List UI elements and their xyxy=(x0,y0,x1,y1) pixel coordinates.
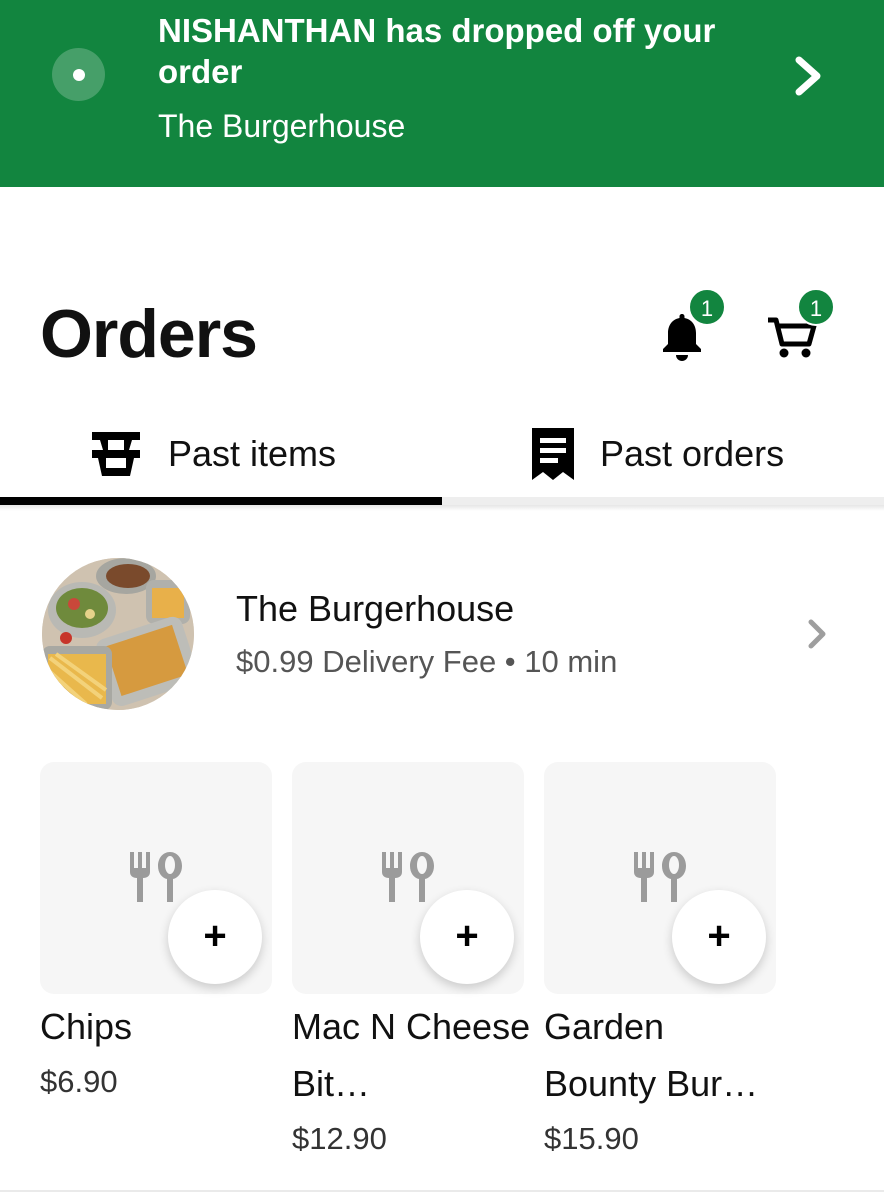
past-item-card[interactable]: + Chips $6.90 xyxy=(40,762,272,1107)
item-price: $15.90 xyxy=(544,1121,639,1156)
basket-icon xyxy=(92,432,140,476)
past-item-card[interactable]: + Garden Bounty Bur… $15.90 xyxy=(544,762,776,1164)
tab-shadow xyxy=(0,505,884,511)
add-to-cart-button[interactable]: + xyxy=(672,890,766,984)
item-image-placeholder: + xyxy=(40,762,272,994)
banner-title: NISHANTHAN has dropped off your order xyxy=(158,12,716,90)
notifications-count-badge: 1 xyxy=(688,288,726,326)
tab-label: Past items xyxy=(168,433,337,474)
store-delivery-info: $0.99 Delivery Fee • 10 min xyxy=(236,644,618,679)
tab-past-items[interactable]: Past items xyxy=(88,410,336,498)
banner-subtitle: The Burgerhouse xyxy=(158,108,406,144)
tab-label: Past orders xyxy=(600,433,785,474)
status-dot-icon xyxy=(52,48,105,101)
store-photo xyxy=(42,558,194,710)
item-price: $12.90 xyxy=(292,1121,387,1156)
item-name: Mac N Cheese Bit… xyxy=(292,1006,531,1104)
utensils-icon xyxy=(634,852,686,902)
utensils-icon xyxy=(130,852,182,902)
chevron-right-icon[interactable] xyxy=(806,618,828,650)
chevron-right-icon[interactable] xyxy=(790,54,826,98)
item-name: Garden Bounty Bur… xyxy=(544,1006,759,1104)
page-title: Orders xyxy=(40,296,258,372)
cart-count-badge: 1 xyxy=(797,288,835,326)
utensils-icon xyxy=(382,852,434,902)
store-row[interactable]: The Burgerhouse $0.99 Delivery Fee • 10 … xyxy=(0,548,884,718)
add-to-cart-button[interactable]: + xyxy=(168,890,262,984)
item-image-placeholder: + xyxy=(292,762,524,994)
delivery-status-banner[interactable]: NISHANTHAN has dropped off your order Th… xyxy=(0,0,884,187)
store-name: The Burgerhouse xyxy=(236,588,515,629)
add-to-cart-button[interactable]: + xyxy=(420,890,514,984)
tab-past-orders[interactable]: Past orders xyxy=(530,410,784,498)
past-item-card[interactable]: + Mac N Cheese Bit… $12.90 xyxy=(292,762,530,1164)
item-image-placeholder: + xyxy=(544,762,776,994)
active-tab-indicator xyxy=(0,497,442,505)
tab-divider xyxy=(442,497,884,505)
receipt-icon xyxy=(532,428,574,480)
item-name: Chips xyxy=(40,1006,133,1047)
item-price: $6.90 xyxy=(40,1064,118,1099)
divider xyxy=(0,1190,884,1192)
